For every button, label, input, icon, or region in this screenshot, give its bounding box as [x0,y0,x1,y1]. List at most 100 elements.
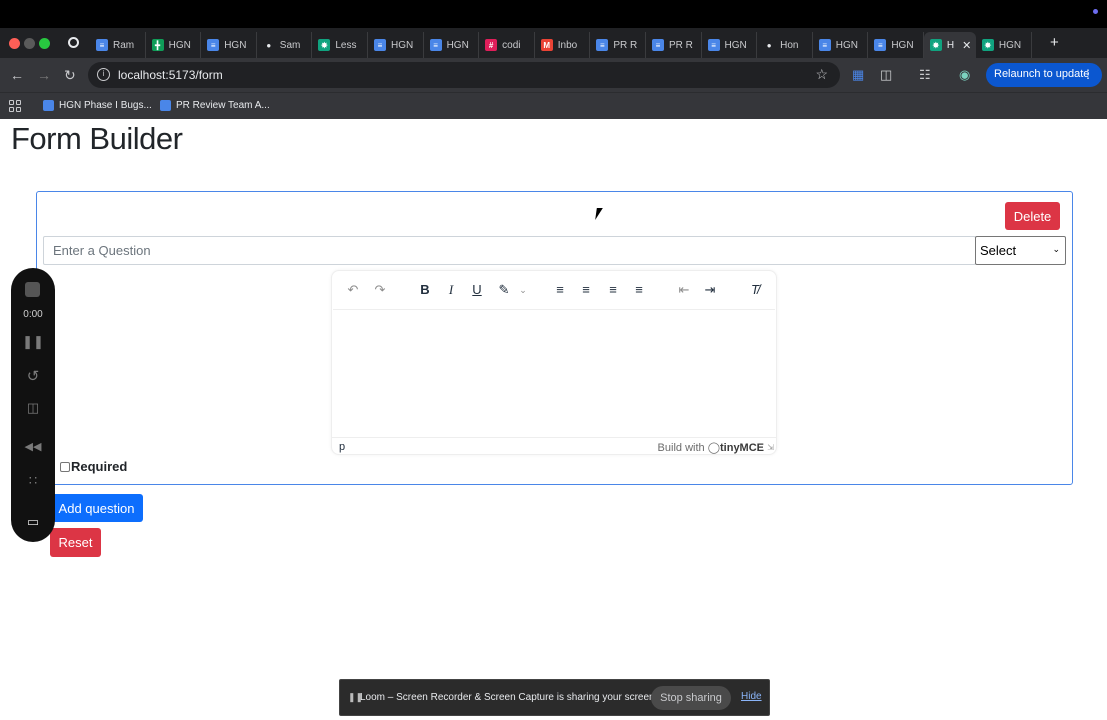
close-window-icon[interactable] [9,38,20,49]
browser-tab[interactable]: ╋ HGN [146,32,202,58]
browser-tab[interactable]: ≡ HGN [702,32,758,58]
tab-label: Sam [279,39,301,51]
brand-text: tinyMCE [720,442,764,454]
required-checkbox-row[interactable]: Required [60,459,127,474]
align-left-icon[interactable]: ≡ [550,280,570,300]
resize-handle-icon[interactable]: ⇲ [767,443,774,452]
browser-tab[interactable]: ● Sam [257,32,313,58]
tab-label: HGN [224,39,247,51]
tab-label: HGN [998,39,1022,51]
browser-tab[interactable]: ≡ PR R [646,32,702,58]
loom-recorder-controls: 0:00 ❚❚ ↺ ◫ ◀◀ ∷ ▭ [11,268,55,542]
browser-tab[interactable]: ≡ Ram [90,32,146,58]
record-icon[interactable] [68,37,79,48]
tab-label: HGN [446,39,469,51]
bookmark-item[interactable]: PR Review Team A... [160,100,270,111]
docs-icon: ≡ [596,39,609,51]
extension-badge-icon[interactable]: ▦ [852,67,864,83]
docs-icon: ≡ [818,39,831,51]
element-path[interactable]: p [339,441,345,453]
page-title: Form Builder [11,121,183,156]
browser-tab[interactable]: ✸ HGN [976,32,1032,58]
browser-tab[interactable]: ✸ H ✕ [923,32,976,58]
delete-button[interactable]: Delete [1005,202,1060,230]
bookmarks-bar: HGN Phase I Bugs... PR Review Team A... [0,92,1107,119]
stop-recording-icon[interactable] [25,282,40,297]
relaunch-button[interactable]: Relaunch to update ⋮ [986,63,1102,87]
apps-grid-icon[interactable] [9,100,21,112]
browser-tab[interactable]: ≡ HGN [201,32,257,58]
browser-tab[interactable]: M Inbo [535,32,591,58]
undo-icon[interactable]: ↶ [343,280,363,300]
redo-icon[interactable]: ↷ [370,280,390,300]
minimize-window-icon[interactable] [24,38,35,49]
select-value: Select [980,243,1017,258]
required-checkbox[interactable] [60,461,70,472]
tab-label: H [946,39,955,51]
stop-sharing-button[interactable]: Stop sharing [651,686,731,710]
tab-label: Less [335,39,357,51]
restart-icon[interactable]: ↺ [11,367,55,385]
close-tab-icon[interactable]: ✕ [962,39,971,52]
docs-icon: ≡ [207,39,220,51]
browser-tab[interactable]: ● Hon [757,32,813,58]
italic-icon[interactable]: I [441,280,461,300]
editor-statusbar: p Build with ◯tinyMCE ⇲ [332,437,776,455]
build-with-text: Build with [657,442,705,454]
new-tab-icon[interactable]: + [1050,34,1059,51]
blur-grid-icon[interactable]: ∷ [11,473,55,489]
sheets-icon: ╋ [151,39,164,51]
align-justify-icon[interactable]: ≡ [629,280,649,300]
browser-tab[interactable]: # codi [479,32,535,58]
hide-banner-link[interactable]: Hide [741,691,762,702]
align-center-icon[interactable]: ≡ [576,280,596,300]
question-input[interactable] [43,236,976,265]
chevron-down-icon[interactable]: ⌄ [513,280,533,300]
highlight-color-icon[interactable]: ✎ [494,280,514,300]
url-omnibox[interactable]: i localhost:5173/form ☆ [88,62,840,88]
pause-icon[interactable]: ❚❚ [11,334,55,350]
status-dot-icon [1093,9,1098,14]
editor-content-area[interactable] [333,309,775,435]
clear-formatting-icon[interactable]: T̸ [745,280,765,300]
bookmark-item[interactable]: HGN Phase I Bugs... [43,100,152,111]
kebab-menu-icon[interactable]: ⋮ [1082,67,1094,81]
tab-label: HGN [835,39,858,51]
tab-label: HGN [168,39,191,51]
forward-arrow-icon[interactable]: → [37,67,51,83]
browser-tab[interactable]: ≡ HGN [368,32,424,58]
docs-icon: ≡ [707,39,720,51]
reload-icon[interactable]: ↻ [64,67,76,84]
bold-icon[interactable]: B [415,280,435,300]
browser-tab[interactable]: ≡ HGN [813,32,869,58]
docs-icon: ≡ [874,39,887,51]
profile-avatar-icon[interactable]: ◉ [959,67,970,83]
browser-tab[interactable]: ≡ HGN [868,32,924,58]
align-right-icon[interactable]: ≡ [603,280,623,300]
outdent-icon[interactable]: ⇤ [674,280,694,300]
underline-icon[interactable]: U [467,280,487,300]
maximize-window-icon[interactable] [39,38,50,49]
reset-button[interactable]: Reset [50,528,101,557]
trash-icon[interactable]: ◫ [11,400,55,416]
powered-by-label[interactable]: Build with ◯tinyMCE [658,441,764,454]
docs-icon [160,100,171,111]
site-info-icon[interactable]: i [97,68,110,81]
bookmark-star-icon[interactable]: ☆ [815,66,828,83]
browser-tab[interactable]: ≡ PR R [590,32,646,58]
tab-label: HGN [891,39,914,51]
indent-icon[interactable]: ⇥ [700,280,720,300]
draw-tool-icon[interactable]: ◀◀ [11,440,55,453]
back-arrow-icon[interactable]: ← [10,67,24,83]
extensions-puzzle-icon[interactable]: ◫ [880,67,892,83]
camera-icon[interactable]: ▭ [11,514,55,530]
chatgpt-icon: ✸ [318,39,331,51]
tab-search-icon[interactable]: ☷ [919,67,931,83]
tab-strip: ≡ Ram ╋ HGN ≡ HGN ● Sam ✸ Less ≡ HGN ≡ HGN # codi M Inbo ≡… [0,28,1107,58]
url-text: localhost:5173/form [118,68,223,82]
browser-tab[interactable]: ✸ Less [312,32,368,58]
add-question-button[interactable]: Add question [50,494,143,522]
tab-label: codi [502,39,521,51]
browser-tab[interactable]: ≡ HGN [424,32,480,58]
question-type-select[interactable]: Select ⌄ [975,236,1066,265]
